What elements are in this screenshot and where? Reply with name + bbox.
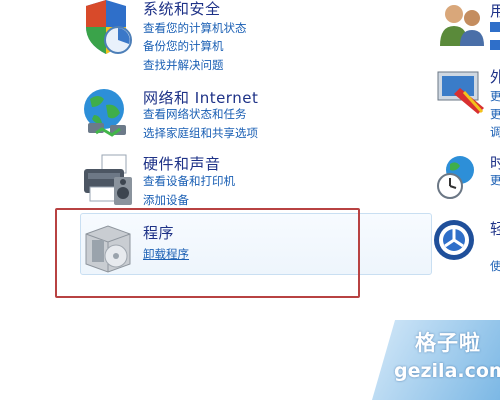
right-category-title-2[interactable]: 外 xyxy=(490,66,500,87)
right-category-title-3[interactable]: 时 xyxy=(490,152,500,173)
globe-network-icon xyxy=(84,89,126,137)
link-backup[interactable]: 备份您的计算机 xyxy=(143,38,224,54)
highlight-annotation-box xyxy=(55,208,360,298)
shield-chart-icon xyxy=(86,0,132,54)
clock-globe-icon xyxy=(437,156,474,199)
right-category-title-1[interactable]: 用 xyxy=(490,0,500,21)
link-homegroup[interactable]: 选择家庭组和共享选项 xyxy=(143,125,258,141)
right-link[interactable]: 调 xyxy=(490,124,500,140)
users-icon xyxy=(440,5,484,46)
category-title[interactable]: 系统和安全 xyxy=(143,0,221,19)
category-system-security[interactable]: 系统和安全 查看您的计算机状态 备份您的计算机 查找并解决问题 xyxy=(80,0,380,75)
right-category-title-4[interactable]: 轻 xyxy=(490,218,500,239)
shield-small-icon xyxy=(490,22,500,32)
appearance-icon xyxy=(437,71,484,114)
right-link[interactable]: 使 xyxy=(490,258,500,274)
watermark-title: 格子啦 xyxy=(415,331,481,355)
ease-of-access-icon xyxy=(434,220,474,260)
right-link[interactable]: 更 xyxy=(490,172,500,188)
category-title[interactable]: 硬件和声音 xyxy=(143,153,221,174)
category-hardware-sound[interactable]: 硬件和声音 查看设备和打印机 添加设备 xyxy=(80,153,380,208)
watermark-url: gezila.com xyxy=(394,360,500,382)
link-troubleshoot[interactable]: 查找并解决问题 xyxy=(143,57,224,73)
printer-speaker-icon xyxy=(84,154,132,205)
shield-small-icon xyxy=(490,40,500,50)
link-view-status[interactable]: 查看您的计算机状态 xyxy=(143,20,247,36)
right-link[interactable]: 更 xyxy=(490,88,500,104)
category-network-internet[interactable]: 网络和 Internet 查看网络状态和任务 选择家庭组和共享选项 xyxy=(80,87,380,147)
right-link[interactable]: 更 xyxy=(490,106,500,122)
link-add-device[interactable]: 添加设备 xyxy=(143,192,189,208)
link-network-status[interactable]: 查看网络状态和任务 xyxy=(143,106,247,122)
link-devices-printers[interactable]: 查看设备和打印机 xyxy=(143,173,235,189)
category-title[interactable]: 网络和 Internet xyxy=(143,87,258,108)
